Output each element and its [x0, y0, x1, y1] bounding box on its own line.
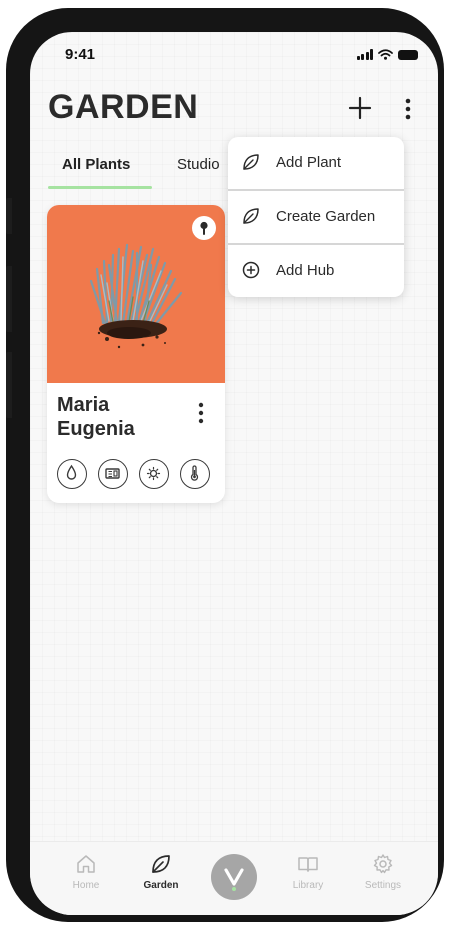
plus-circle-icon — [242, 261, 260, 279]
nav-label: Garden — [143, 880, 179, 891]
leaf-icon — [243, 154, 259, 170]
soil-meter-icon[interactable] — [98, 459, 128, 489]
bottom-navigation: Home Garden Library Settings — [30, 841, 438, 915]
leaf-icon — [152, 855, 170, 873]
battery-icon — [398, 49, 418, 60]
add-dropdown-menu: Add Plant Create Garden Add Hub — [228, 137, 404, 297]
menu-item-label: Add Plant — [276, 153, 342, 171]
card-more-options-button[interactable] — [190, 400, 212, 426]
phone-frame: 9:41 GARDEN All Plants Studio Maria Euge… — [6, 8, 444, 922]
thermometer-icon[interactable] — [180, 459, 210, 489]
nav-item-home[interactable]: Home — [54, 852, 118, 891]
active-tab-indicator — [48, 186, 152, 189]
pin-icon — [200, 221, 208, 235]
add-button[interactable] — [346, 94, 374, 122]
status-icons — [356, 49, 418, 60]
menu-item-label: Create Garden — [276, 207, 376, 225]
sun-icon[interactable] — [139, 459, 169, 489]
more-options-button[interactable] — [398, 96, 418, 122]
nav-label: Library — [292, 880, 324, 891]
status-time: 9:41 — [65, 46, 96, 63]
nav-item-garden[interactable]: Garden — [129, 852, 193, 891]
signal-icon — [356, 49, 373, 60]
center-logo-button[interactable] — [211, 854, 257, 900]
plant-name: Maria Eugenia — [57, 394, 135, 440]
nav-item-settings[interactable]: Settings — [351, 852, 415, 891]
menu-item-label: Add Hub — [276, 261, 335, 279]
volume-up-button — [6, 266, 12, 332]
page-title: GARDEN — [48, 88, 199, 126]
nav-label: Settings — [364, 880, 402, 891]
volume-down-button — [6, 352, 12, 418]
mute-switch — [6, 198, 12, 234]
wifi-icon — [378, 49, 393, 60]
water-drop-icon[interactable] — [57, 459, 87, 489]
book-icon — [298, 857, 318, 872]
tab-all-plants[interactable]: All Plants — [62, 156, 130, 173]
menu-item-add-hub[interactable]: Add Hub — [228, 245, 404, 295]
location-pin-badge[interactable] — [192, 216, 216, 240]
logo-v-icon — [224, 868, 244, 891]
tab-studio[interactable]: Studio — [177, 156, 220, 173]
nav-label: Home — [72, 880, 100, 891]
plant-card[interactable]: Maria Eugenia — [47, 205, 225, 503]
menu-item-add-plant[interactable]: Add Plant — [228, 137, 404, 187]
app-screen: 9:41 GARDEN All Plants Studio Maria Euge… — [30, 32, 438, 915]
leaf-icon — [243, 208, 259, 224]
gear-icon — [373, 854, 393, 874]
home-icon — [77, 855, 95, 873]
nav-item-library[interactable]: Library — [276, 852, 340, 891]
menu-item-create-garden[interactable]: Create Garden — [228, 191, 404, 241]
